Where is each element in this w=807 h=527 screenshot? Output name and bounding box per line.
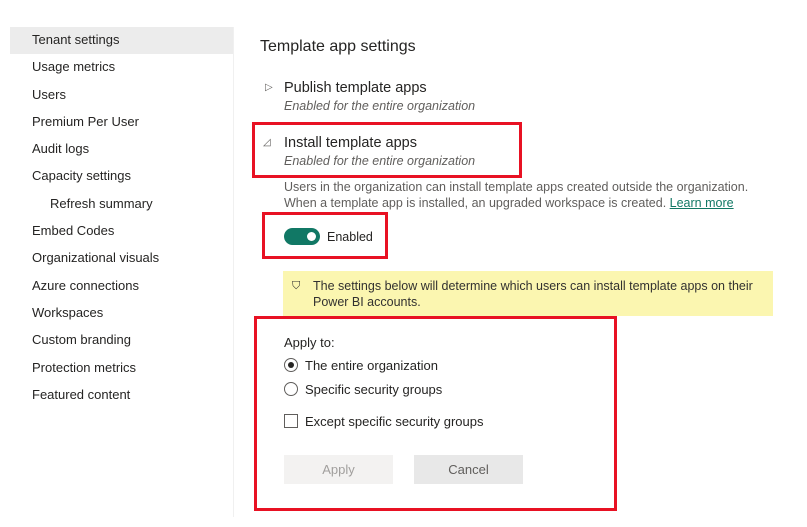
sidebar-item-azure-connections[interactable]: Azure connections <box>10 273 233 300</box>
install-template-apps-title[interactable]: Install template apps <box>284 135 417 151</box>
warning-banner: ⛉ The settings below will determine whic… <box>283 271 773 316</box>
except-groups-checkbox[interactable] <box>284 414 298 428</box>
learn-more-link[interactable]: Learn more <box>670 196 734 210</box>
apply-button[interactable]: Apply <box>284 455 393 484</box>
chevron-right-icon[interactable]: ▷ <box>265 82 273 93</box>
shield-icon: ⛉ <box>292 280 301 292</box>
radio-entire-organization[interactable] <box>284 358 298 372</box>
sidebar-item-usage-metrics[interactable]: Usage metrics <box>10 54 233 81</box>
install-template-apps-status: Enabled for the entire organization <box>284 154 476 168</box>
cancel-button[interactable]: Cancel <box>414 455 523 484</box>
radio-label: Specific security groups <box>305 382 443 397</box>
sidebar-item-tenant-settings[interactable]: Tenant settings <box>10 27 233 55</box>
sidebar-item-premium-per-user[interactable]: Premium Per User <box>10 109 233 136</box>
sidebar-item-custom-branding[interactable]: Custom branding <box>10 327 233 354</box>
sidebar-item-organizational-visuals[interactable]: Organizational visuals <box>10 245 233 272</box>
publish-template-apps-title[interactable]: Publish template apps <box>284 80 427 96</box>
sidebar-item-workspaces[interactable]: Workspaces <box>10 300 233 327</box>
sidebar-item-protection-metrics[interactable]: Protection metrics <box>10 355 233 382</box>
sidebar-item-embed-codes[interactable]: Embed Codes <box>10 218 233 245</box>
checkbox-label: Except specific security groups <box>305 414 484 429</box>
page-title: Template app settings <box>260 38 416 55</box>
radio-specific-security-groups[interactable] <box>284 382 298 396</box>
sidebar-item-capacity-settings[interactable]: Capacity settings <box>10 163 233 190</box>
sidebar-item-audit-logs[interactable]: Audit logs <box>10 136 233 163</box>
sidebar-item-featured-content[interactable]: Featured content <box>10 382 233 409</box>
toggle-label: Enabled <box>327 230 373 244</box>
chevron-expanded-icon[interactable]: ◿ <box>263 137 271 148</box>
apply-to-label: Apply to: <box>284 335 335 350</box>
enabled-toggle[interactable] <box>284 228 320 245</box>
install-description: Users in the organization can install te… <box>284 180 764 211</box>
admin-sidebar: Tenant settings Usage metrics Users Prem… <box>10 27 234 517</box>
publish-template-apps-status: Enabled for the entire organization <box>284 99 476 113</box>
sidebar-item-users[interactable]: Users <box>10 82 233 109</box>
sidebar-item-refresh-summary[interactable]: Refresh summary <box>10 191 233 218</box>
warning-text: The settings below will determine which … <box>313 279 753 309</box>
radio-label: The entire organization <box>305 358 438 373</box>
